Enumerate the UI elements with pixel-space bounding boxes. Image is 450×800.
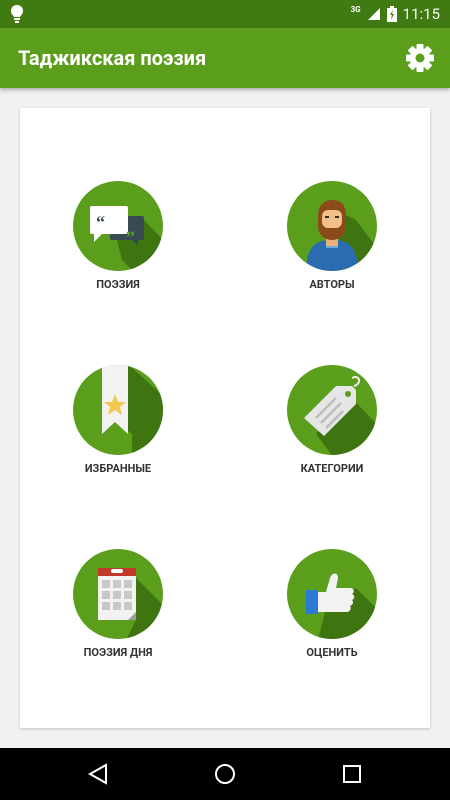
tile-label: АВТОРЫ (309, 278, 355, 291)
status-bar: 3G 11:15 (0, 0, 450, 28)
author-icon (287, 181, 377, 271)
tile-poetry[interactable]: “ „ ПОЭЗИЯ (38, 180, 198, 291)
battery-icon (386, 6, 397, 22)
app-bar: Таджикская поэзия (0, 28, 450, 88)
tile-label: ИЗБРАННЫЕ (84, 462, 152, 475)
navigation-bar (0, 748, 450, 800)
tile-label: КАТЕГОРИИ (300, 462, 364, 475)
recents-square-icon[interactable] (338, 760, 366, 788)
signal-icon (367, 8, 380, 20)
svg-text:“: “ (96, 212, 105, 232)
menu-card: “ „ ПОЭЗИЯ АВТОРЫ ИЗБРАННЫЕ КАТЕГОРИИ ПО… (20, 108, 430, 728)
network-type: 3G (350, 4, 361, 14)
tile-label: ПОЭЗИЯ (96, 278, 140, 291)
svg-text:„: „ (126, 218, 135, 238)
bookmark-star-icon (73, 365, 163, 455)
tag-icon (287, 365, 377, 455)
back-triangle-icon[interactable] (84, 760, 112, 788)
status-time: 11:15 (402, 5, 440, 23)
tile-label: ПОЭЗИЯ ДНЯ (83, 646, 153, 659)
thumbs-up-icon (287, 549, 377, 639)
gear-icon[interactable] (402, 40, 438, 76)
quote-bubbles-icon: “ „ (73, 181, 163, 271)
home-circle-icon[interactable] (211, 760, 239, 788)
calendar-icon (73, 549, 163, 639)
tile-favorites[interactable]: ИЗБРАННЫЕ (38, 364, 198, 475)
tile-poem-of-day[interactable]: ПОЭЗИЯ ДНЯ (38, 548, 198, 659)
lightbulb-icon (11, 5, 23, 23)
app-title: Таджикская поэзия (18, 46, 207, 70)
tile-categories[interactable]: КАТЕГОРИИ (252, 364, 412, 475)
tile-label: ОЦЕНИТЬ (306, 646, 358, 659)
tile-authors[interactable]: АВТОРЫ (252, 180, 412, 291)
tile-rate[interactable]: ОЦЕНИТЬ (252, 548, 412, 659)
